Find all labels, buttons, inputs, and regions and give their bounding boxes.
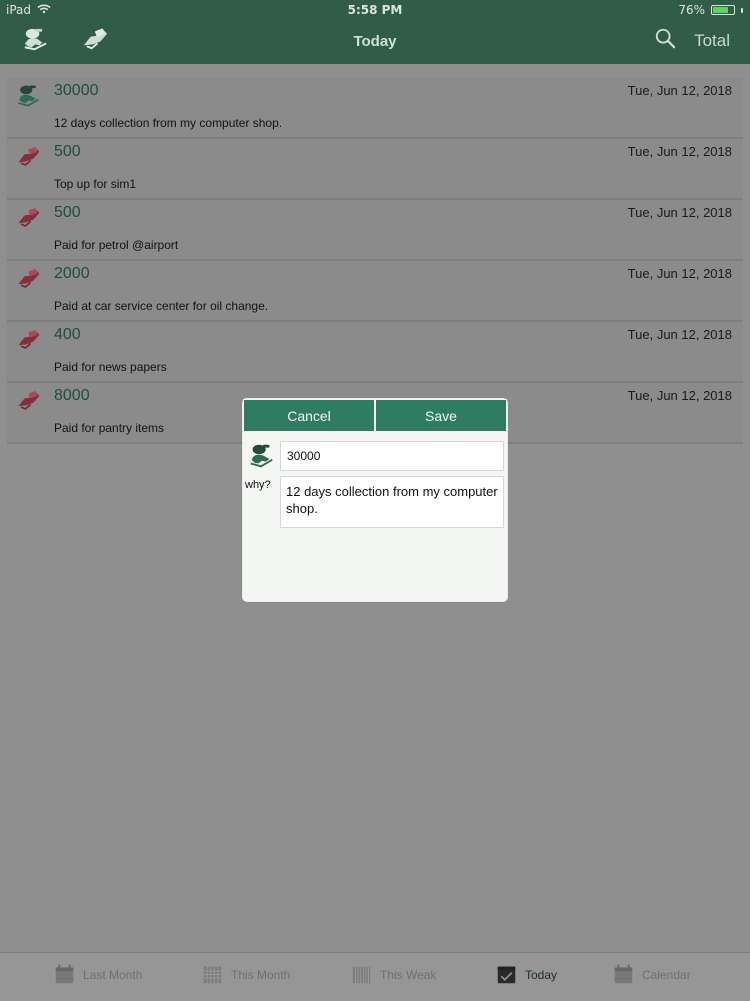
tab-label: This Weak bbox=[380, 967, 437, 982]
income-icon bbox=[246, 439, 276, 473]
status-time: 5:58 PM bbox=[347, 3, 403, 17]
note-textarea[interactable]: 12 days collection from my computer shop… bbox=[280, 476, 504, 528]
dialog-actions: Cancel Save bbox=[243, 399, 507, 432]
week-calendar-icon bbox=[351, 964, 372, 985]
transaction-note: Paid for pantry items bbox=[54, 421, 165, 435]
battery-percent: 76% bbox=[678, 3, 705, 17]
grid-calendar-icon bbox=[202, 964, 223, 985]
tab-calendar[interactable]: Calendar bbox=[613, 964, 691, 985]
transaction-amount: 400 bbox=[54, 326, 81, 343]
tab-label: Last Month bbox=[83, 967, 143, 982]
transaction-amount: 8000 bbox=[54, 387, 90, 404]
tab-this-week[interactable]: This Weak bbox=[351, 964, 436, 985]
expense-icon bbox=[14, 265, 42, 293]
transaction-row[interactable]: 500 Tue, Jun 12, 2018 Paid for petrol @a… bbox=[7, 200, 743, 261]
why-label: why? bbox=[245, 479, 271, 491]
transaction-date: Tue, Jun 12, 2018 bbox=[627, 83, 732, 98]
transaction-note: Top up for sim1 bbox=[54, 177, 137, 191]
transaction-amount: 500 bbox=[54, 204, 81, 221]
bottom-tab-bar: Last Month This Month This Weak Today Ca… bbox=[0, 952, 750, 1001]
transaction-date: Tue, Jun 12, 2018 bbox=[627, 388, 732, 403]
expense-icon bbox=[14, 326, 42, 354]
battery-cap bbox=[741, 7, 743, 13]
income-icon bbox=[14, 82, 42, 110]
total-button[interactable]: Total bbox=[694, 31, 730, 51]
transaction-note: Paid for petrol @airport bbox=[54, 238, 179, 252]
search-button[interactable] bbox=[654, 27, 676, 54]
tab-today[interactable]: Today bbox=[496, 964, 557, 985]
transaction-date: Tue, Jun 12, 2018 bbox=[627, 327, 732, 342]
nav-right-actions: Total bbox=[654, 27, 730, 54]
save-button[interactable]: Save bbox=[376, 400, 506, 431]
calendar-icon bbox=[613, 964, 634, 985]
calendar-icon bbox=[54, 964, 75, 985]
transaction-note: Paid at car service center for oil chang… bbox=[54, 299, 269, 313]
transaction-row[interactable]: 400 Tue, Jun 12, 2018 Paid for news pape… bbox=[7, 322, 743, 383]
transaction-row[interactable]: 500 Tue, Jun 12, 2018 Top up for sim1 bbox=[7, 139, 743, 200]
transaction-row[interactable]: 2000 Tue, Jun 12, 2018 Paid at car servi… bbox=[7, 261, 743, 322]
status-right: 76% bbox=[678, 3, 743, 17]
cancel-button[interactable]: Cancel bbox=[244, 400, 374, 431]
transaction-note: Paid for news papers bbox=[54, 360, 167, 374]
edit-transaction-dialog: Cancel Save why? 30000 12 days collectio… bbox=[243, 399, 507, 601]
amount-input[interactable]: 30000 bbox=[280, 441, 504, 471]
transaction-list: 30000 Tue, Jun 12, 2018 12 days collecti… bbox=[7, 78, 743, 444]
transaction-date: Tue, Jun 12, 2018 bbox=[627, 144, 732, 159]
tab-this-month[interactable]: This Month bbox=[202, 964, 290, 985]
expense-icon bbox=[14, 204, 42, 232]
today-check-icon bbox=[496, 964, 517, 985]
tab-last-month[interactable]: Last Month bbox=[54, 964, 142, 985]
transaction-date: Tue, Jun 12, 2018 bbox=[627, 266, 732, 281]
tab-label: This Month bbox=[231, 967, 291, 982]
transaction-row[interactable]: 30000 Tue, Jun 12, 2018 12 days collecti… bbox=[7, 78, 743, 139]
dialog-body: why? 30000 12 days collection from my co… bbox=[243, 432, 507, 601]
expense-icon bbox=[14, 143, 42, 171]
top-nav-bar: Today Total bbox=[0, 20, 750, 64]
transaction-date: Tue, Jun 12, 2018 bbox=[627, 205, 732, 220]
expense-icon bbox=[14, 387, 42, 415]
battery-fill bbox=[713, 7, 728, 13]
search-icon bbox=[654, 28, 676, 53]
battery-icon bbox=[711, 5, 735, 15]
tab-label: Today bbox=[525, 967, 558, 982]
transaction-amount: 2000 bbox=[54, 265, 90, 282]
transaction-amount: 500 bbox=[54, 143, 81, 160]
transaction-amount: 30000 bbox=[54, 82, 99, 99]
status-bar: iPad 5:58 PM 76% bbox=[0, 0, 750, 20]
page-title: Today bbox=[353, 33, 397, 50]
transaction-note: 12 days collection from my computer shop… bbox=[54, 116, 283, 130]
tab-label: Calendar bbox=[642, 967, 691, 982]
